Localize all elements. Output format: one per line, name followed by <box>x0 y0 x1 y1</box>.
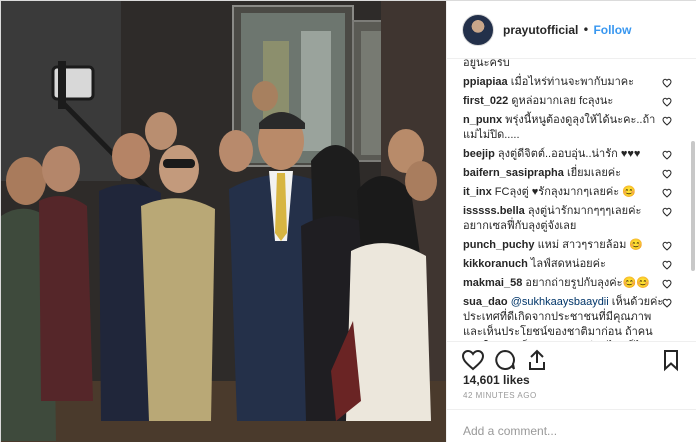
selfie-group-illustration <box>1 1 446 442</box>
comment-username[interactable]: baifern_sasiprapha <box>463 167 564 179</box>
comment-like-heart-icon[interactable] <box>662 78 672 88</box>
likes-count[interactable]: 14,601 likes <box>463 373 530 387</box>
bookmark-icon[interactable] <box>659 348 683 372</box>
comment-like-heart-icon[interactable] <box>662 97 672 107</box>
instagram-post: prayutofficial • Follow อยู่นะครับ ppiap… <box>0 0 696 442</box>
comment-text: ดูหล่อมากเลย fcลุงนะ <box>511 95 614 107</box>
comment-username[interactable]: first_022 <box>463 95 508 107</box>
comment-text: ไลฟ์สดหน่อยค่ะ <box>530 258 606 270</box>
like-heart-icon[interactable] <box>461 348 485 372</box>
comment-item: punch_puchy แหม่ สาวๆรายล้อม 😊 <box>463 238 696 253</box>
post-photo[interactable] <box>1 1 446 442</box>
comment-username[interactable]: n_punx <box>463 114 502 126</box>
comment-text: เยี่ยมเลยค่ะ <box>566 167 622 179</box>
comment-like-heart-icon[interactable] <box>662 207 672 217</box>
comments-list[interactable]: อยู่นะครับ ppiapiaa เมื่อไหร่ท่านจะพากับ… <box>447 59 696 341</box>
comment-item: n_punx พรุ่งนี้หนูต้องดูลุงให้ได้นะคะ..ถ… <box>463 113 696 143</box>
comment-like-heart-icon[interactable] <box>662 279 672 289</box>
follow-button[interactable]: Follow <box>593 23 631 37</box>
comment-item: kikkoranuch ไลฟ์สดหน่อยค่ะ <box>463 257 696 272</box>
comment-like-heart-icon[interactable] <box>662 150 672 160</box>
comment-item: it_inx FCลุงตู่ ♥รักลุงมากๆเลยค่ะ 😊 <box>463 185 696 200</box>
comment-item: ppiapiaa เมื่อไหร่ท่านจะพากับมาคะ <box>463 75 696 90</box>
comment-item: first_022 ดูหล่อมากเลย fcลุงนะ <box>463 94 696 109</box>
post-actions-bar <box>447 341 696 377</box>
comment-item: beejip ลุงตู่ดีจิตต์..ออบอุ่น..น่ารัก ♥♥… <box>463 147 696 162</box>
comment-like-heart-icon[interactable] <box>662 241 672 251</box>
comment-like-heart-icon[interactable] <box>662 260 672 270</box>
comment-item: sua_dao @sukhkaaysbaaydii เห็นด้วยค่ะ ปร… <box>463 295 696 341</box>
post-header: prayutofficial • Follow <box>447 1 696 59</box>
comment-text: แหม่ สาวๆรายล้อม 😊 <box>537 239 644 251</box>
comment-text: เมื่อไหร่ท่านจะพากับมาคะ <box>510 76 635 88</box>
comment-item: makmai_58 อยากถ่ายรูปกับลุงค่ะ😊😊 <box>463 276 696 291</box>
comment-mention[interactable]: @sukhkaaysbaaydii <box>511 296 609 308</box>
comment-item: isssss.bella ลุงตู่น่ารักมากๆๆๆเลยค่ะ อย… <box>463 204 696 234</box>
comment-like-heart-icon[interactable] <box>662 188 672 198</box>
comment-like-heart-icon[interactable] <box>662 116 672 126</box>
comment-bubble-icon[interactable] <box>493 348 517 372</box>
comment-username[interactable]: it_inx <box>463 186 492 198</box>
share-arrow-icon[interactable] <box>525 348 549 372</box>
separator-dot: • <box>582 22 590 37</box>
comment-username[interactable]: sua_dao <box>463 296 508 308</box>
comment-username[interactable]: makmai_58 <box>463 277 522 289</box>
comment-like-heart-icon[interactable] <box>662 298 672 308</box>
comment-username[interactable]: isssss.bella <box>463 205 525 217</box>
avatar[interactable] <box>462 13 494 46</box>
post-username[interactable]: prayutofficial <box>503 23 578 37</box>
post-side-panel: prayutofficial • Follow อยู่นะครับ ppiap… <box>446 1 696 442</box>
comment-text: อยากถ่ายรูปกับลุงค่ะ😊😊 <box>525 277 650 289</box>
comments-scrollbar[interactable] <box>691 141 695 271</box>
comment-text: ลุงตู่ดีจิตต์..ออบอุ่น..น่ารัก ♥♥♥ <box>497 148 641 160</box>
comment-text: FCลุงตู่ ♥รักลุงมากๆเลยค่ะ 😊 <box>494 186 636 198</box>
post-timestamp: 42 MINUTES AGO <box>463 391 537 400</box>
comment-like-heart-icon[interactable] <box>662 169 672 179</box>
comment-item: baifern_sasiprapha เยี่ยมเลยค่ะ <box>463 166 696 181</box>
comment-username[interactable]: kikkoranuch <box>463 258 528 270</box>
comment-username[interactable]: beejip <box>463 148 495 160</box>
add-comment-box <box>447 409 696 442</box>
comment-username[interactable]: punch_puchy <box>463 239 535 251</box>
add-comment-input[interactable] <box>463 424 673 438</box>
comment-username[interactable]: ppiapiaa <box>463 76 508 88</box>
partial-comment-text: อยู่นะครับ <box>463 59 510 69</box>
